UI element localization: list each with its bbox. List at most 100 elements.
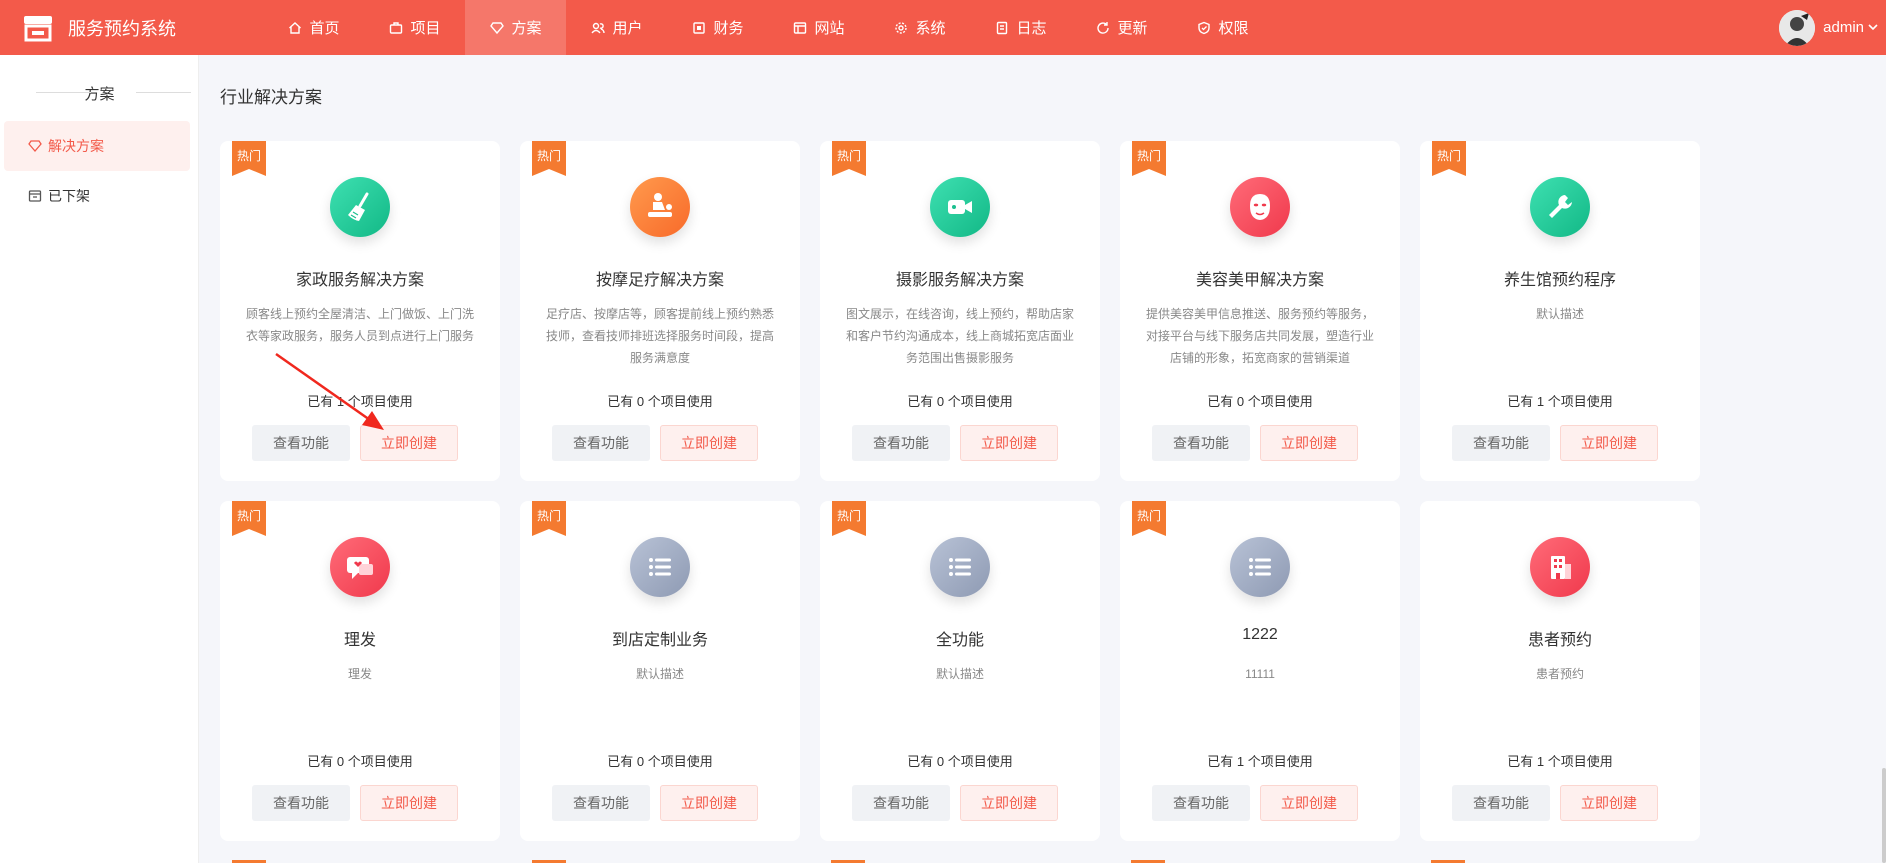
hot-tag: 热门 [232, 141, 266, 176]
solution-card: 热门 家政服务解决方案 顾客线上预约全屋清洁、上门做饭、上门洗衣等家政服务，服务人员… [220, 141, 500, 481]
hot-tag: 热门 [1132, 141, 1166, 176]
user-menu[interactable]: admin [1779, 0, 1878, 55]
create-now-button[interactable]: 立即创建 [360, 785, 458, 821]
solution-card: 热门 养生馆预约程序 默认描述 已有 1 个项目使用 查看功能 立即创建 [1420, 141, 1700, 481]
usage-count: 已有 0 个项目使用 [607, 394, 713, 409]
card-description: 患者预约 [1535, 667, 1584, 681]
nav-item[interactable]: 项目 [364, 0, 465, 55]
view-features-button[interactable]: 查看功能 [552, 785, 650, 821]
usage-count: 已有 0 个项目使用 [307, 754, 413, 769]
card-title: 全功能 [935, 632, 984, 649]
view-features-button[interactable]: 查看功能 [852, 425, 950, 461]
nav-item[interactable]: 更新 [1071, 0, 1172, 55]
card-description: 默认描述 [635, 667, 684, 681]
store-icon [22, 14, 54, 42]
main-content: 行业解决方案 热门 家政服务解决方案 顾客线上预约全屋清洁、上门做饭、上门洗衣等家政… [200, 55, 1886, 863]
hot-tag-label: 热门 [536, 149, 561, 163]
chevron-down-icon[interactable] [1868, 19, 1878, 36]
sidebar-item-label: 解决方案 [48, 138, 104, 154]
card-description: 默认描述 [935, 667, 984, 681]
page-title: 行业解决方案 [220, 88, 322, 107]
hot-tag-label: 热门 [1436, 149, 1461, 163]
scrollbar[interactable] [1882, 768, 1886, 863]
hot-tag: 热门 [532, 141, 566, 176]
sidebar-item-solutions[interactable]: 解决方案 [4, 121, 190, 171]
archive-icon [28, 189, 42, 203]
card-title: 养生馆预约程序 [1503, 272, 1616, 289]
shield-icon [1196, 20, 1212, 36]
nav-item[interactable]: 用户 [566, 0, 667, 55]
hot-tag: 热门 [832, 141, 866, 176]
list-icon [930, 537, 990, 597]
solution-card: 热门 到店定制业务 默认描述 已有 0 个项目使用 查看功能 立即创建 [520, 501, 800, 841]
usage-count: 已有 1 个项目使用 [1207, 754, 1313, 769]
sidebar-title: 方案 [0, 83, 199, 104]
hot-tag-label: 热门 [836, 149, 861, 163]
card-title: 家政服务解决方案 [295, 272, 424, 289]
create-now-button[interactable]: 立即创建 [1560, 425, 1658, 461]
hot-tag-label: 热门 [836, 509, 861, 523]
hot-tag: 热门 [832, 501, 866, 536]
top-navbar: 服务预约系统 首页 项目 方案 用户 财务 网站 系统 日志 更新 权限 admin [0, 0, 1886, 55]
solution-card: 热门 理发 理发 已有 0 个项目使用 查看功能 立即创建 [220, 501, 500, 841]
users-icon [590, 20, 606, 36]
gear-icon [893, 20, 909, 36]
brand[interactable]: 服务预约系统 [22, 0, 176, 55]
card-title: 患者预约 [1527, 632, 1592, 649]
avatar[interactable] [1779, 9, 1816, 46]
card-description: 理发 [347, 667, 372, 681]
card-description: 提供美容美甲信息推送、服务预约等服务，对接平台与线下服务店共同发展，塑造行业店铺… [1145, 307, 1374, 365]
hot-tag-label: 热门 [1136, 149, 1161, 163]
sidebar-item-archived[interactable]: 已下架 [4, 171, 190, 221]
nav-item[interactable]: 财务 [667, 0, 768, 55]
chat-bubble-icon [330, 537, 390, 597]
card-description: 图文展示，在线咨询，线上预约，帮助店家和客户节约沟通成本，线上商城拓宽店面业务范… [845, 307, 1074, 365]
nav-item-label: 权限 [1218, 20, 1249, 37]
nav-item-label: 用户 [612, 20, 643, 37]
nav-item-label: 日志 [1016, 20, 1047, 37]
hot-tag-label: 热门 [536, 509, 561, 523]
create-now-button[interactable]: 立即创建 [960, 785, 1058, 821]
view-features-button[interactable]: 查看功能 [252, 425, 350, 461]
view-features-button[interactable]: 查看功能 [1152, 425, 1250, 461]
card-description: 足疗店、按摩店等，顾客提前线上预约熟悉技师，查看技师排班选择服务时间段，提高服务… [545, 307, 774, 365]
nav-item[interactable]: 方案 [465, 0, 566, 55]
view-features-button[interactable]: 查看功能 [552, 425, 650, 461]
hot-tag-label: 热门 [236, 149, 261, 163]
username: admin [1823, 19, 1864, 36]
create-now-button[interactable]: 立即创建 [360, 425, 458, 461]
nav-item[interactable]: 网站 [768, 0, 869, 55]
solution-card: 患者预约 患者预约 已有 1 个项目使用 查看功能 立即创建 [1420, 501, 1700, 841]
create-now-button[interactable]: 立即创建 [1560, 785, 1658, 821]
wrench-icon [1530, 177, 1590, 237]
nav-item[interactable]: 首页 [263, 0, 364, 55]
diamond-icon [489, 20, 505, 36]
usage-count: 已有 1 个项目使用 [1507, 754, 1613, 769]
nav-item-label: 方案 [511, 20, 542, 37]
hot-tag: 热门 [1432, 141, 1466, 176]
create-now-button[interactable]: 立即创建 [660, 785, 758, 821]
nav-item[interactable]: 系统 [869, 0, 970, 55]
nav-item[interactable]: 日志 [970, 0, 1071, 55]
create-now-button[interactable]: 立即创建 [1260, 785, 1358, 821]
solution-card: 热门 美容美甲解决方案 提供美容美甲信息推送、服务预约等服务，对接平台与线下服务店共… [1120, 141, 1400, 481]
create-now-button[interactable]: 立即创建 [660, 425, 758, 461]
hot-tag: 热门 [1132, 501, 1166, 536]
video-camera-icon [930, 177, 990, 237]
view-features-button[interactable]: 查看功能 [852, 785, 950, 821]
nav-item[interactable]: 权限 [1172, 0, 1273, 55]
nav-item-label: 财务 [713, 20, 744, 37]
view-features-button[interactable]: 查看功能 [252, 785, 350, 821]
usage-count: 已有 1 个项目使用 [1507, 394, 1613, 409]
main-nav: 首页 项目 方案 用户 财务 网站 系统 日志 更新 权限 [263, 0, 1273, 55]
broom-icon [330, 177, 390, 237]
create-now-button[interactable]: 立即创建 [1260, 425, 1358, 461]
solution-card: 热门 1222 11111 已有 1 个项目使用 查看功能 立即创建 [1120, 501, 1400, 841]
view-features-button[interactable]: 查看功能 [1152, 785, 1250, 821]
solution-card: 热门 全功能 默认描述 已有 0 个项目使用 查看功能 立即创建 [820, 501, 1100, 841]
view-features-button[interactable]: 查看功能 [1452, 785, 1550, 821]
card-title: 1222 [1242, 626, 1278, 643]
create-now-button[interactable]: 立即创建 [960, 425, 1058, 461]
view-features-button[interactable]: 查看功能 [1452, 425, 1550, 461]
nav-item-label: 首页 [309, 20, 340, 37]
